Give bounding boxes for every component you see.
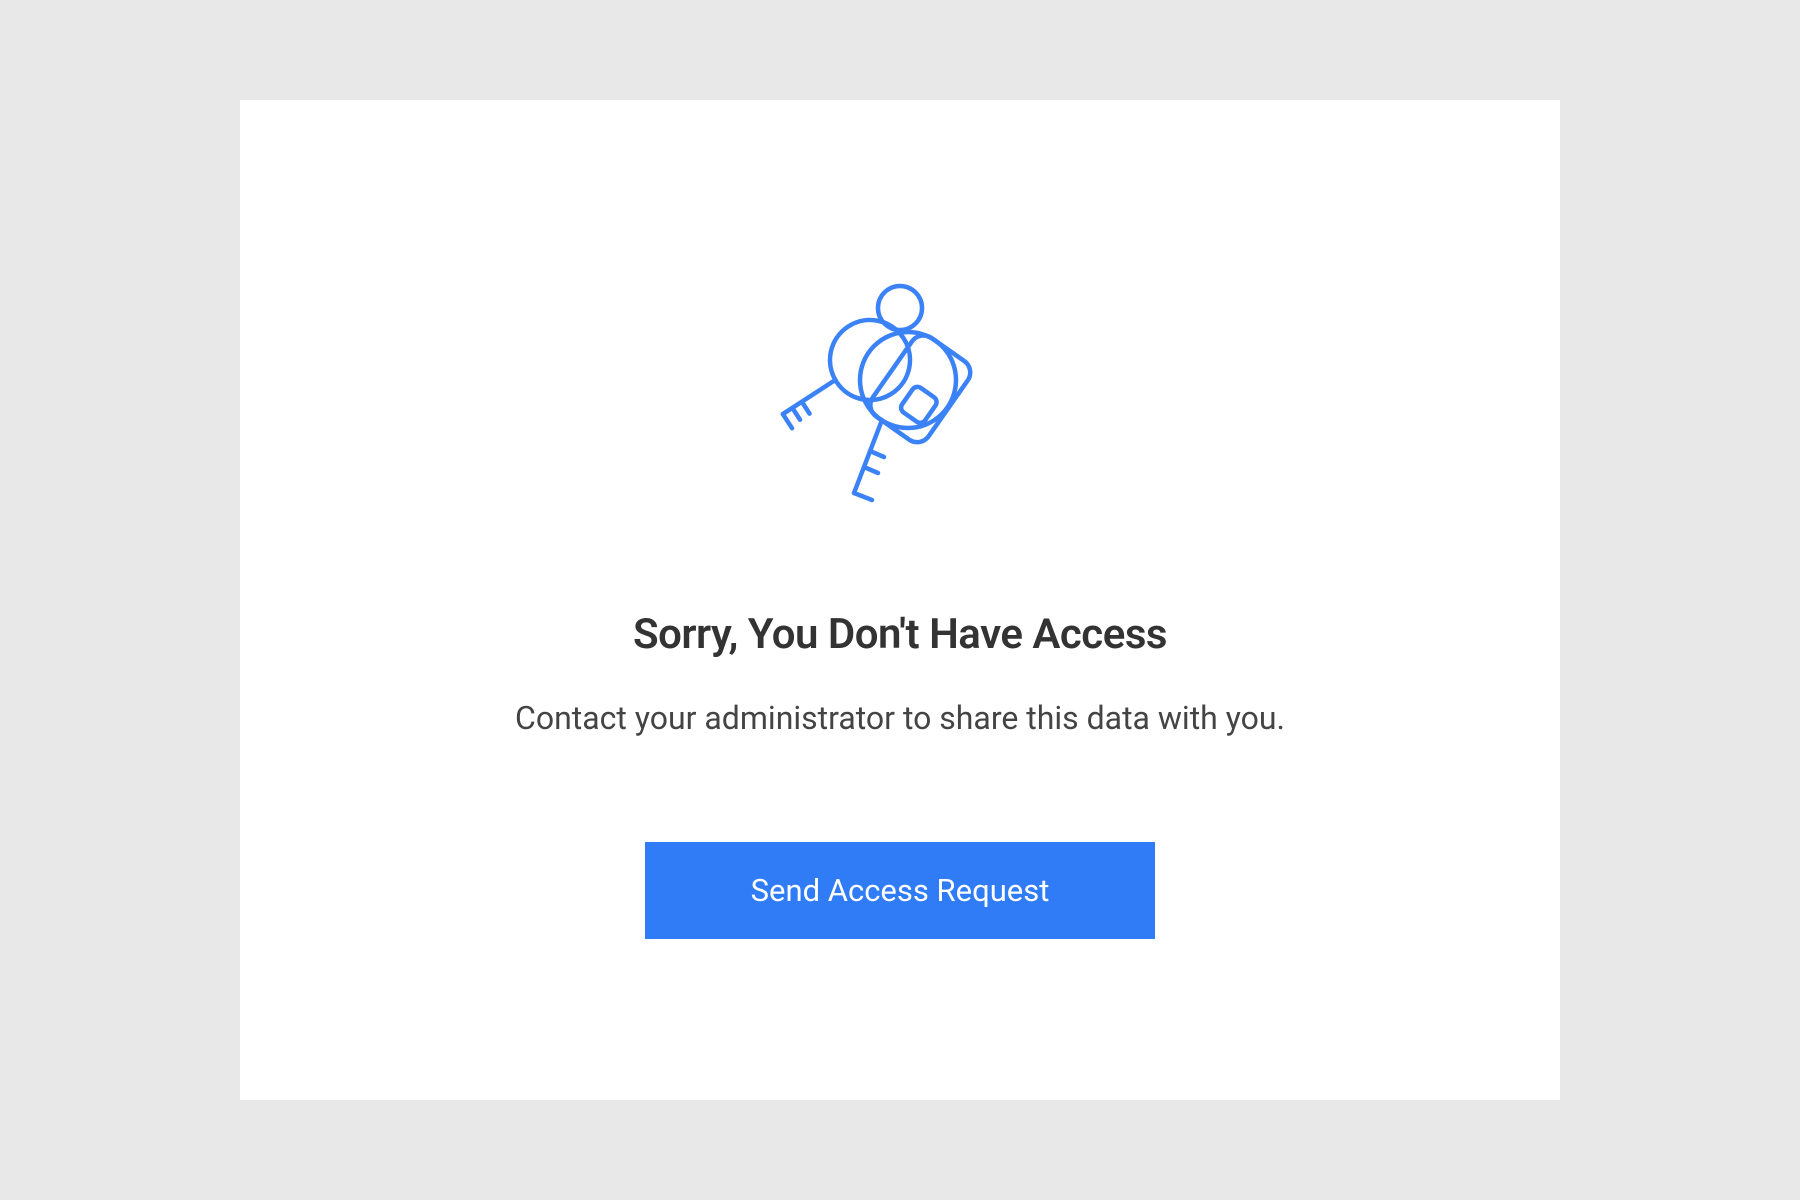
- keys-icon: [760, 275, 1040, 525]
- access-denied-subheading: Contact your administrator to share this…: [515, 699, 1285, 737]
- access-denied-card: Sorry, You Don't Have Access Contact you…: [240, 100, 1560, 1100]
- access-denied-heading: Sorry, You Don't Have Access: [633, 610, 1167, 659]
- send-access-request-button[interactable]: Send Access Request: [645, 842, 1155, 939]
